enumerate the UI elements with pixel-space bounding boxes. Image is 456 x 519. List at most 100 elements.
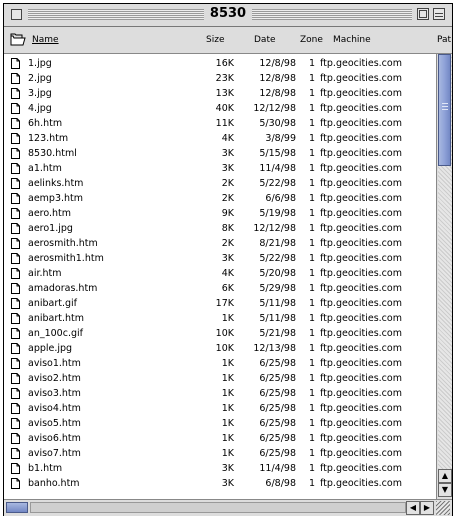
file-size: 3K [221,463,234,474]
file-size: 2K [221,178,234,189]
grow-box-icon[interactable] [436,501,450,515]
file-name: aviso6.htm [28,433,81,444]
file-row[interactable]: anibart.htm 1K 5/11/98 1 ftp.geocities.com [4,312,436,326]
vertical-scrollbar[interactable]: ▲ ▼ [436,54,452,499]
file-date: 6/25/98 [259,358,296,369]
file-date: 12/8/98 [259,58,296,69]
file-row[interactable]: aelinks.htm 2K 5/22/98 1 ftp.geocities.com [4,177,436,191]
file-row[interactable]: 3.jpg 13K 12/8/98 1 ftp.geocities.com [4,87,436,101]
file-zone: 1 [309,223,316,234]
file-row[interactable]: aerosmith.htm 2K 8/21/98 1 ftp.geocities.com [4,237,436,251]
file-name: b1.htm [28,463,63,474]
file-row[interactable]: 123.htm 4K 3/8/99 1 ftp.geocities.com [4,132,436,146]
file-row[interactable]: aviso6.htm 1K 6/25/98 1 ftp.geocities.com [4,432,436,446]
file-machine: ftp.geocities.com [320,358,402,369]
file-row[interactable]: amadoras.htm 6K 5/29/98 1 ftp.geocities.com [4,282,436,296]
vertical-scroll-thumb[interactable] [438,54,451,166]
column-header-date[interactable]: Date [254,35,276,45]
file-row[interactable]: aviso5.htm 1K 6/25/98 1 ftp.geocities.com [4,417,436,431]
zoom-box-icon[interactable] [417,8,429,20]
horizontal-scroll-thumb[interactable] [6,502,28,513]
document-icon [11,208,20,219]
scroll-up-arrow-icon[interactable]: ▲ [438,469,452,483]
file-row[interactable]: aviso1.htm 1K 6/25/98 1 ftp.geocities.com [4,357,436,371]
file-size: 1K [221,433,234,444]
column-header-name[interactable]: Name [32,35,59,45]
file-row[interactable]: 4.jpg 40K 12/12/98 1 ftp.geocities.com [4,102,436,116]
column-header-path[interactable]: Pat [437,35,451,45]
file-date: 8/21/98 [259,238,296,249]
file-row[interactable]: air.htm 4K 5/20/98 1 ftp.geocities.com [4,267,436,281]
file-row[interactable]: 2.jpg 23K 12/8/98 1 ftp.geocities.com [4,72,436,86]
file-machine: ftp.geocities.com [320,343,402,354]
file-zone: 1 [309,283,316,294]
file-row[interactable]: aemp3.htm 2K 6/6/98 1 ftp.geocities.com [4,192,436,206]
document-icon [11,313,20,324]
file-size: 6K [221,283,234,294]
file-size: 10K [215,343,234,354]
file-row[interactable]: 1.jpg 16K 12/8/98 1 ftp.geocities.com [4,57,436,71]
file-machine: ftp.geocities.com [320,88,402,99]
file-size: 3K [221,253,234,264]
file-size: 2K [221,238,234,249]
file-machine: ftp.geocities.com [320,103,402,114]
document-icon [11,343,20,354]
folder-icon[interactable] [10,31,26,47]
file-row[interactable]: anibart.gif 17K 5/11/98 1 ftp.geocities.com [4,297,436,311]
file-size: 9K [221,208,234,219]
column-header-machine[interactable]: Machine [333,35,371,45]
file-zone: 1 [309,163,316,174]
file-size: 8K [221,223,234,234]
file-size: 11K [215,118,234,129]
document-icon [11,223,20,234]
file-row[interactable]: aviso7.htm 1K 6/25/98 1 ftp.geocities.com [4,447,436,461]
file-row[interactable]: aviso2.htm 1K 6/25/98 1 ftp.geocities.com [4,372,436,386]
file-machine: ftp.geocities.com [320,253,402,264]
file-machine: ftp.geocities.com [320,478,402,489]
file-row[interactable]: 6h.htm 11K 5/30/98 1 ftp.geocities.com [4,117,436,131]
file-row[interactable]: an_100c.gif 10K 5/21/98 1 ftp.geocities.com [4,327,436,341]
file-date: 6/25/98 [259,418,296,429]
close-box-icon[interactable] [11,9,22,20]
document-icon [11,58,20,69]
file-row[interactable]: b1.htm 3K 11/4/98 1 ftp.geocities.com [4,462,436,476]
file-machine: ftp.geocities.com [320,313,402,324]
document-icon [11,193,20,204]
file-size: 2K [221,193,234,204]
file-machine: ftp.geocities.com [320,403,402,414]
file-row[interactable]: 8530.html 3K 5/15/98 1 ftp.geocities.com [4,147,436,161]
scroll-left-arrow-icon[interactable]: ◀ [406,501,420,515]
file-name: aviso2.htm [28,373,81,384]
file-row[interactable]: aviso4.htm 1K 6/25/98 1 ftp.geocities.com [4,402,436,416]
file-zone: 1 [309,388,316,399]
file-date: 11/4/98 [259,463,296,474]
scroll-right-arrow-icon[interactable]: ▶ [420,501,434,515]
file-date: 6/25/98 [259,403,296,414]
file-row[interactable]: aero.htm 9K 5/19/98 1 ftp.geocities.com [4,207,436,221]
file-size: 4K [221,133,234,144]
file-name: aero.htm [28,208,72,219]
file-row[interactable]: aviso3.htm 1K 6/25/98 1 ftp.geocities.com [4,387,436,401]
file-date: 12/8/98 [259,88,296,99]
file-row[interactable]: aerosmith1.htm 3K 5/22/98 1 ftp.geocities.co… [4,252,436,266]
file-zone: 1 [309,448,316,459]
horizontal-scroll-track[interactable] [30,502,406,513]
file-row[interactable]: aero1.jpg 8K 12/12/98 1 ftp.geocities.com [4,222,436,236]
column-header-zone[interactable]: Zone [300,35,323,45]
file-row[interactable]: apple.jpg 10K 12/13/98 1 ftp.geocities.com [4,342,436,356]
document-icon [11,88,20,99]
file-name: aerosmith1.htm [28,253,104,264]
title-bar[interactable]: 8530 [4,4,452,27]
file-row[interactable]: a1.htm 3K 11/4/98 1 ftp.geocities.com [4,162,436,176]
document-icon [11,358,20,369]
scroll-down-arrow-icon[interactable]: ▼ [438,483,452,497]
file-zone: 1 [309,103,316,114]
file-zone: 1 [309,403,316,414]
collapse-box-icon[interactable] [433,8,445,20]
file-zone: 1 [309,463,316,474]
column-header-size[interactable]: Size [206,35,224,45]
file-date: 6/25/98 [259,448,296,459]
file-row[interactable]: banho.htm 3K 6/8/98 1 ftp.geocities.com [4,477,436,491]
horizontal-scrollbar[interactable]: ◀ ▶ [4,499,452,516]
file-name: 3.jpg [28,88,52,99]
